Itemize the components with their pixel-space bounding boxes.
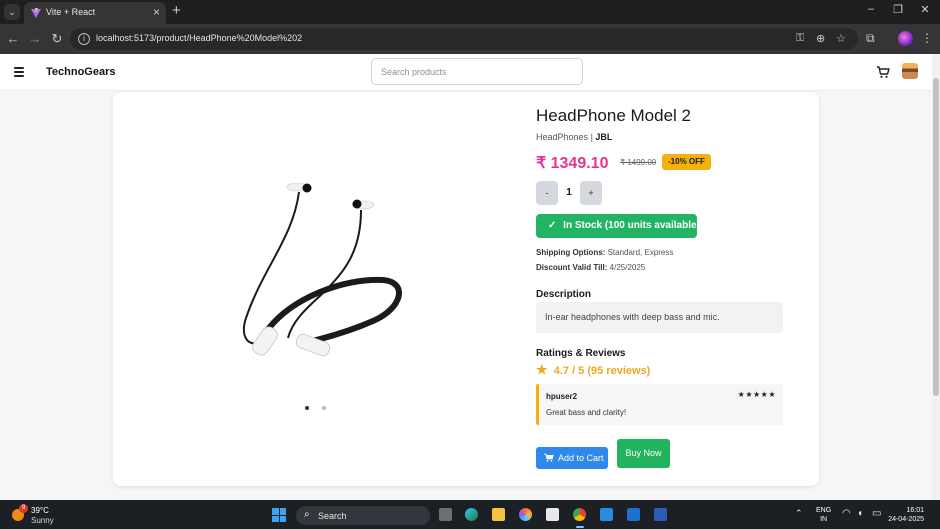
vite-favicon-icon: [31, 8, 41, 18]
tab-search-button[interactable]: ⌄: [4, 4, 20, 20]
zoom-icon[interactable]: ⊕: [816, 32, 825, 45]
review-stars: ★★★★★: [737, 390, 776, 399]
active-app-indicator: [576, 526, 584, 528]
quantity-decrement-button[interactable]: -: [536, 181, 558, 205]
forward-icon[interactable]: →: [27, 31, 43, 47]
carousel-dot[interactable]: [322, 406, 326, 410]
cart-icon: [544, 453, 554, 462]
shipping-options: Shipping Options: Standard, Express: [536, 248, 673, 257]
outlook-icon[interactable]: [627, 508, 640, 521]
language-indicator[interactable]: ENG IN: [816, 506, 831, 524]
show-hidden-icons-icon[interactable]: ⌃: [795, 508, 803, 519]
weather-condition[interactable]: Sunny: [31, 516, 54, 525]
brand-name: JBL: [595, 132, 613, 142]
volume-icon[interactable]: ◖: [857, 508, 863, 519]
original-price: ₹ 1499.00: [620, 158, 657, 167]
product-category: HeadPhones | JBL: [536, 132, 612, 142]
discount-valid-value: 4/25/2025: [609, 263, 646, 272]
minimize-button[interactable]: –: [858, 3, 884, 15]
product-title: HeadPhone Model 2: [536, 106, 692, 125]
search-input[interactable]: [371, 58, 583, 85]
buy-now-button[interactable]: Buy Now: [617, 439, 670, 468]
site-info-icon[interactable]: i: [78, 33, 90, 45]
weather-badge: 9: [19, 504, 28, 513]
page-viewport: TechnoGears HeadPhone Model 2: [0, 54, 932, 500]
rating-summary-text: 4.7 / 5 (95 reviews): [553, 365, 651, 377]
clock-time: 16:01: [906, 507, 924, 514]
close-window-button[interactable]: ✕: [912, 3, 938, 16]
word-icon[interactable]: [654, 508, 667, 521]
file-explorer-icon[interactable]: [492, 508, 505, 521]
review-card: hpuser2 ★★★★★ Great bass and clarity!: [536, 384, 783, 425]
vscode-icon[interactable]: [600, 508, 613, 521]
browser-toolbar: ← → ↻ i localhost:5173/product/HeadPhone…: [0, 24, 940, 54]
extensions-icon[interactable]: ⧉: [866, 31, 875, 46]
shipping-options-value: Standard, Express: [607, 248, 674, 257]
page-scrollbar[interactable]: [932, 54, 940, 500]
edge-icon[interactable]: [465, 508, 478, 521]
product-card: HeadPhone Model 2 HeadPhones | JBL ₹ 134…: [113, 92, 819, 486]
address-bar[interactable]: i localhost:5173/product/HeadPhone%20Mod…: [70, 28, 858, 50]
description-heading: Description: [536, 289, 592, 300]
windows-start-icon[interactable]: [272, 508, 286, 522]
password-key-icon[interactable]: ⚿: [796, 32, 804, 45]
review-user: hpuser2: [546, 392, 578, 401]
review-text: Great bass and clarity!: [546, 408, 627, 417]
brand-logo[interactable]: TechnoGears: [46, 66, 116, 78]
cart-icon[interactable]: [876, 65, 890, 79]
stock-status-label: In Stock (100 units available): [563, 220, 700, 231]
shipping-options-label: Shipping Options:: [536, 248, 606, 257]
reload-icon[interactable]: ↻: [49, 31, 65, 47]
restore-button[interactable]: ❐: [885, 3, 911, 16]
category-separator: |: [590, 132, 593, 142]
copilot-icon[interactable]: [519, 508, 532, 521]
browser-tab-bar: ⌄ Vite + React × + – ❐ ✕: [0, 0, 940, 24]
ratings-heading: Ratings & Reviews: [536, 348, 626, 359]
tab-title: Vite + React: [46, 7, 96, 17]
product-image[interactable]: [233, 178, 408, 378]
add-to-cart-button[interactable]: Add to Cart: [536, 447, 608, 469]
description-text: In-ear headphones with deep bass and mic…: [536, 302, 783, 333]
taskbar-search-label: Search: [318, 511, 347, 521]
quantity-value: 1: [566, 187, 572, 198]
carousel-dot-active[interactable]: [305, 406, 309, 410]
browser-tab[interactable]: Vite + React ×: [24, 2, 166, 24]
browser-profile-icon[interactable]: [898, 31, 913, 46]
stock-status-button[interactable]: ✓ In Stock (100 units available): [536, 214, 700, 238]
product-price: ₹ 1349.10: [536, 155, 609, 172]
quantity-increment-button[interactable]: +: [580, 181, 602, 205]
snipping-tool-icon[interactable]: [546, 508, 559, 521]
region-code: IN: [820, 516, 828, 523]
clock-date: 24-04-2025: [888, 516, 924, 523]
battery-icon[interactable]: ▭: [872, 508, 881, 519]
rating-summary: ★ 4.7 / 5 (95 reviews): [536, 362, 650, 378]
discount-valid-till: Discount Valid Till: 4/25/2025: [536, 263, 645, 272]
language-code: ENG: [816, 507, 832, 514]
user-avatar[interactable]: [902, 63, 918, 79]
browser-menu-icon[interactable]: ⋮: [921, 31, 933, 45]
back-icon[interactable]: ←: [5, 31, 21, 47]
search-icon: ⌕: [304, 509, 310, 520]
new-tab-button[interactable]: +: [172, 2, 181, 19]
wifi-icon[interactable]: ◠: [842, 508, 851, 519]
star-icon: ★: [536, 362, 548, 377]
address-url[interactable]: localhost:5173/product/HeadPhone%20Model…: [96, 33, 302, 43]
windows-taskbar: 9 39°C Sunny ⌕ Search ⌃ ENG IN ◠ ◖ ▭ 16:…: [0, 500, 940, 529]
add-to-cart-label: Add to Cart: [558, 453, 604, 463]
bookmark-star-icon[interactable]: ☆: [836, 32, 846, 45]
scrollbar-thumb[interactable]: [933, 78, 939, 396]
category-name: HeadPhones: [536, 132, 589, 142]
task-view-icon[interactable]: [439, 508, 452, 521]
weather-temp[interactable]: 39°C: [31, 506, 49, 515]
chrome-icon[interactable]: [573, 508, 586, 521]
discount-badge: -10% OFF: [662, 154, 711, 170]
discount-valid-label: Discount Valid Till:: [536, 263, 608, 272]
taskbar-search[interactable]: ⌕ Search: [296, 506, 430, 525]
hamburger-menu-icon[interactable]: [14, 67, 24, 77]
system-clock[interactable]: 16:01 24-04-2025: [888, 506, 924, 524]
app-header: TechnoGears: [0, 54, 932, 91]
tab-close-icon[interactable]: ×: [153, 5, 160, 19]
check-icon: ✓: [548, 220, 557, 231]
